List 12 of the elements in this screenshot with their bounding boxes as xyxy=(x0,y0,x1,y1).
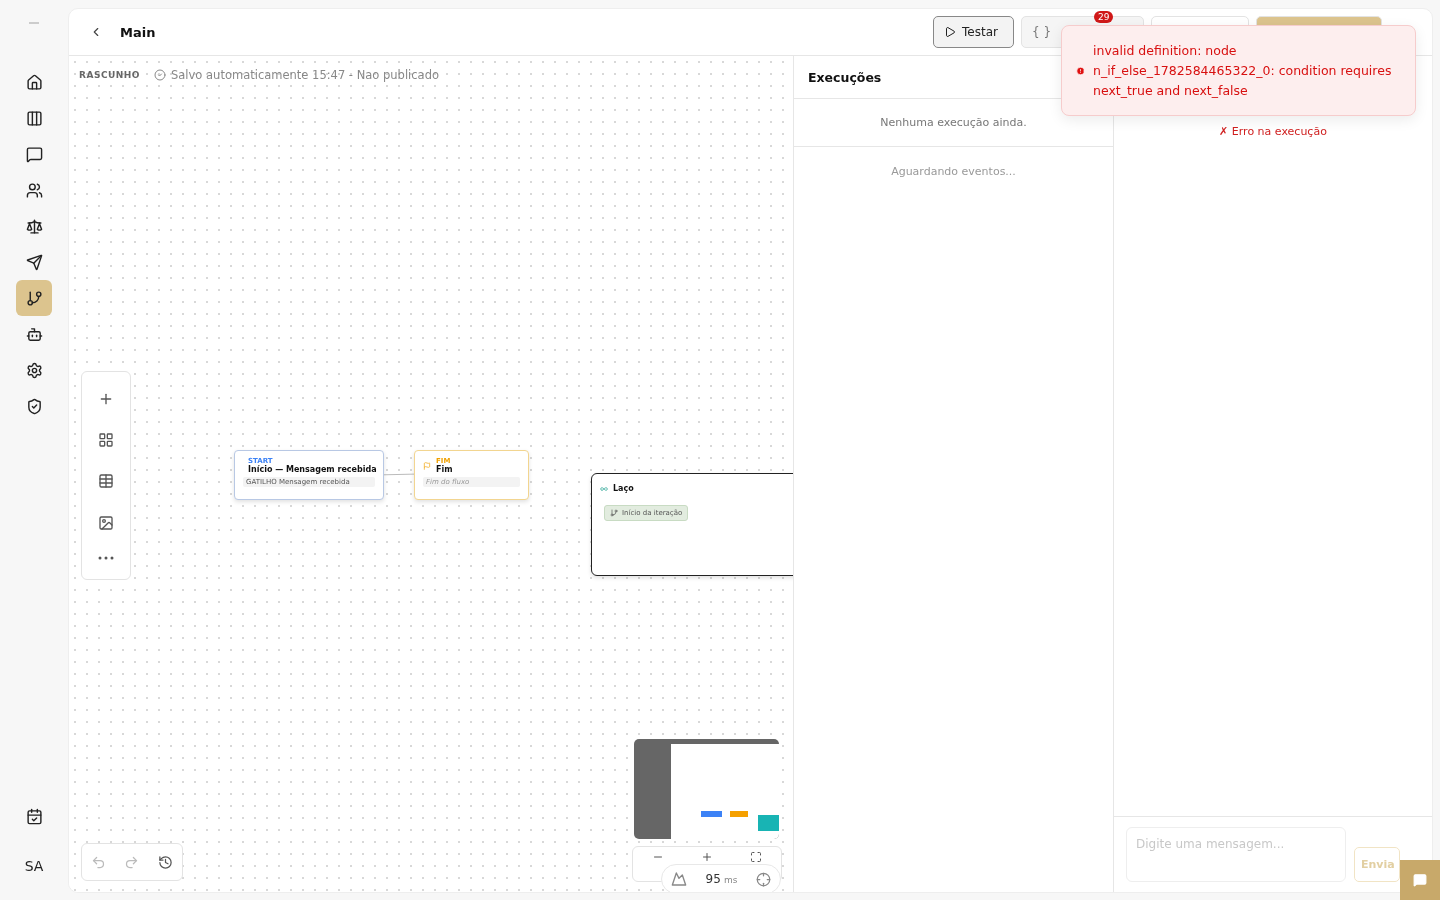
render-time: 95 ms xyxy=(705,872,738,886)
flow-title: Main xyxy=(120,24,157,40)
waiting-message: Aguardando eventos... xyxy=(890,164,1017,180)
count-badge: 29 xyxy=(1094,11,1114,23)
button-label: Testar xyxy=(962,25,998,39)
node-title: Laço xyxy=(613,484,634,493)
node-title: Fim xyxy=(436,465,453,474)
error-message: ✗ Erro na execução xyxy=(1218,125,1328,138)
button-label: { } xyxy=(1032,25,1052,39)
save-text: Salvo automaticamente 15:47 - Nao publicado xyxy=(171,68,439,82)
status-label: RASCUNHO xyxy=(79,70,140,80)
node-title: Início — Mensagem recebida xyxy=(248,465,377,474)
